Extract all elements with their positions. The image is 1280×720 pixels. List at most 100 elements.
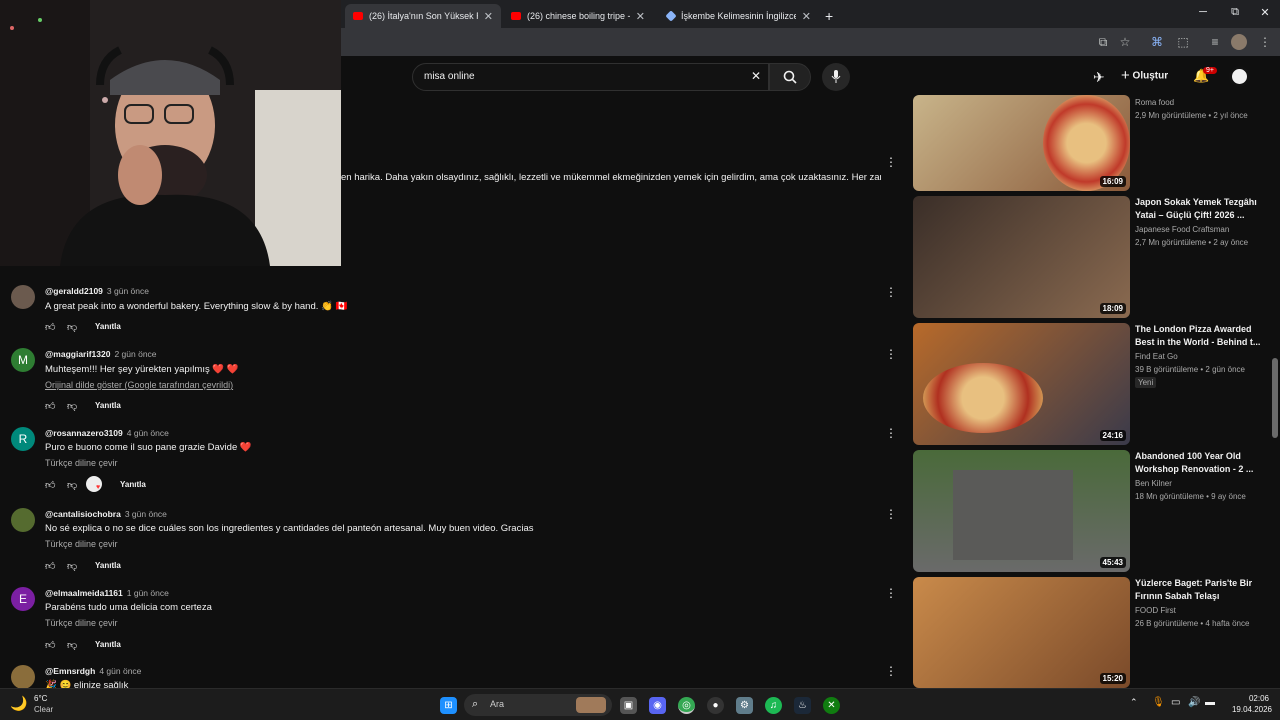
video-thumbnail[interactable]: 16:09 bbox=[913, 95, 1130, 191]
comment-menu-icon[interactable]: ⋮ bbox=[885, 586, 897, 600]
bookmark-star-icon[interactable]: ☆ bbox=[1117, 34, 1133, 50]
dislike-icon[interactable]: 👎︎ bbox=[67, 400, 77, 412]
comment-menu-icon[interactable]: ⋮ bbox=[885, 347, 897, 361]
author-name[interactable]: @maggiarif1320 bbox=[45, 349, 110, 359]
author-name[interactable]: @elmaalmeida1161 bbox=[45, 588, 123, 598]
show-original-link[interactable]: Orijinal dilde göster (Google tarafından… bbox=[45, 380, 233, 390]
comment-time[interactable]: 3 gün önce bbox=[107, 286, 149, 296]
reply-button[interactable]: Yanıtla bbox=[95, 401, 121, 410]
channel-name[interactable]: Find Eat Go bbox=[1135, 352, 1178, 361]
search-input[interactable]: misa online bbox=[424, 71, 475, 82]
start-windows-icon[interactable]: ⊞ bbox=[440, 697, 457, 714]
clear-search-icon[interactable]: ✕ bbox=[751, 69, 761, 83]
clock-date[interactable]: 19.04.2026 bbox=[1222, 705, 1272, 714]
like-icon[interactable]: 👍︎ bbox=[45, 400, 55, 412]
reply-button[interactable]: Yanıtla bbox=[95, 322, 121, 331]
video-title[interactable]: Abandoned 100 Year Old Workshop Renovati… bbox=[1135, 450, 1265, 476]
taskbar-search[interactable]: ⌕ Ara bbox=[464, 694, 612, 716]
settings-gear-icon[interactable]: ⚙ bbox=[736, 697, 753, 714]
avatar[interactable] bbox=[11, 508, 35, 532]
clock-time[interactable]: 02:06 bbox=[1225, 694, 1269, 703]
browser-tab[interactable]: (26) İtalya'nın Son Yüksek R ✕ bbox=[345, 4, 501, 28]
translate-icon[interactable]: ⌘ bbox=[1149, 34, 1165, 50]
recommended-video[interactable]: 15:20 Yüzlerce Baget: Paris'te Bir Fırın… bbox=[913, 577, 1273, 688]
close-tab-icon[interactable]: ✕ bbox=[484, 10, 493, 23]
voice-search-button[interactable] bbox=[822, 63, 850, 91]
weather-desc[interactable]: Clear bbox=[34, 705, 53, 714]
comment-author[interactable]: @geraldd2109 3 gün önce bbox=[45, 286, 149, 296]
channel-name[interactable]: Roma food bbox=[1135, 98, 1174, 107]
browser-tab[interactable]: (26) chinese boiling tripe - YouT ✕ bbox=[503, 4, 653, 28]
like-icon[interactable]: 👍︎ bbox=[45, 560, 55, 572]
video-title[interactable]: The London Pizza Awarded Best in the Wor… bbox=[1135, 323, 1265, 349]
scrollbar[interactable] bbox=[1272, 58, 1278, 688]
comment-author[interactable]: @rosannazero3109 4 gün önce bbox=[45, 428, 169, 438]
menu-kebab-icon[interactable]: ⋮ bbox=[1257, 34, 1273, 50]
avatar[interactable]: M bbox=[11, 348, 35, 372]
avatar[interactable] bbox=[11, 285, 35, 309]
comment-author[interactable]: @elmaalmeida1161 1 gün önce bbox=[45, 588, 169, 598]
comment-author[interactable]: @maggiarif1320 2 gün önce bbox=[45, 349, 157, 359]
xbox-icon[interactable]: ✕ bbox=[823, 697, 840, 714]
recommended-video[interactable]: 18:09 Japon Sokak Yemek Tezgâhı Yatai – … bbox=[913, 196, 1273, 318]
taskbar-search-input[interactable]: Ara bbox=[490, 699, 504, 709]
comment-menu-icon[interactable]: ⋮ bbox=[885, 285, 897, 299]
translate-link[interactable]: Türkçe diline çevir bbox=[45, 618, 118, 628]
author-name[interactable]: @geraldd2109 bbox=[45, 286, 103, 296]
microphone-icon[interactable]: 🎙 bbox=[1152, 697, 1165, 708]
weather-temp[interactable]: 6°C bbox=[34, 694, 47, 703]
avatar[interactable]: E bbox=[11, 587, 35, 611]
task-view-icon[interactable]: ▣ bbox=[620, 697, 637, 714]
channel-name[interactable]: Ben Kilner bbox=[1135, 479, 1172, 488]
video-title[interactable]: Japon Sokak Yemek Tezgâhı Yatai – Güçlü … bbox=[1135, 196, 1265, 222]
recommended-video[interactable]: 24:16 The London Pizza Awarded Best in t… bbox=[913, 323, 1273, 445]
comment-menu-icon[interactable]: ⋮ bbox=[885, 426, 897, 440]
video-title[interactable]: Yüzlerce Baget: Paris'te Bir Fırının Sab… bbox=[1135, 577, 1265, 603]
comment-author[interactable]: @Emnsrdgh 4 gün önce bbox=[45, 666, 141, 676]
profile-avatar[interactable] bbox=[1231, 34, 1247, 50]
volume-icon[interactable]: 🔊 bbox=[1188, 697, 1200, 708]
author-name[interactable]: @Emnsrdgh bbox=[45, 666, 95, 676]
comment-menu-icon[interactable]: ⋮ bbox=[885, 507, 897, 521]
discord-icon[interactable]: ◉ bbox=[649, 697, 666, 714]
comment-menu-icon[interactable]: ⋮ bbox=[885, 155, 897, 169]
recommended-video[interactable]: 45:43 Abandoned 100 Year Old Workshop Re… bbox=[913, 450, 1273, 572]
dislike-icon[interactable]: 👎︎ bbox=[67, 560, 77, 572]
close-tab-icon[interactable]: ✕ bbox=[802, 10, 811, 23]
browser-tab[interactable]: İşkembe Kelimesinin İngilizce K ✕ bbox=[659, 4, 819, 28]
search-button[interactable] bbox=[769, 63, 811, 91]
search-box[interactable]: misa online ✕ bbox=[412, 63, 769, 91]
comment-time[interactable]: 2 gün önce bbox=[114, 349, 156, 359]
chrome-icon[interactable]: ◎ bbox=[678, 697, 695, 714]
like-icon[interactable]: 👍︎ bbox=[45, 479, 55, 491]
network-icon[interactable]: ▭ bbox=[1171, 697, 1180, 708]
video-thumbnail[interactable]: 24:16 bbox=[913, 323, 1130, 445]
extensions-icon[interactable]: ⬚ bbox=[1175, 34, 1191, 50]
dislike-icon[interactable]: 👎︎ bbox=[67, 479, 77, 491]
translate-link[interactable]: Türkçe diline çevir bbox=[45, 539, 118, 549]
tab-search-icon[interactable]: ≡ bbox=[1207, 34, 1223, 50]
close-tab-icon[interactable]: ✕ bbox=[636, 10, 645, 23]
close-window-button[interactable]: ✕ bbox=[1255, 6, 1275, 22]
avatar[interactable] bbox=[11, 665, 35, 689]
reply-button[interactable]: Yanıtla bbox=[95, 640, 121, 649]
reply-button[interactable]: Yanıtla bbox=[95, 561, 121, 570]
weather-moon-icon[interactable]: 🌙 bbox=[10, 695, 27, 712]
battery-icon[interactable]: ▬ bbox=[1205, 697, 1215, 708]
steam-icon[interactable]: ♨ bbox=[794, 697, 811, 714]
scrollbar-thumb[interactable] bbox=[1272, 358, 1278, 438]
comment-time[interactable]: 3 gün önce bbox=[125, 509, 167, 519]
like-icon[interactable]: 👍︎ bbox=[45, 321, 55, 333]
video-thumbnail[interactable]: 18:09 bbox=[913, 196, 1130, 318]
obs-icon[interactable]: ● bbox=[707, 697, 724, 714]
restore-button[interactable]: ⧉ bbox=[1225, 6, 1245, 22]
like-icon[interactable]: 👍︎ bbox=[45, 639, 55, 651]
translate-link[interactable]: Türkçe diline çevir bbox=[45, 458, 118, 468]
reply-button[interactable]: Yanıtla bbox=[120, 480, 146, 489]
dislike-icon[interactable]: 👎︎ bbox=[67, 321, 77, 333]
author-name[interactable]: @cantalisiochobra bbox=[45, 509, 121, 519]
comment-time[interactable]: 4 gün önce bbox=[127, 428, 169, 438]
channel-name[interactable]: FOOD First bbox=[1135, 606, 1176, 615]
channel-name[interactable]: Japanese Food Craftsman bbox=[1135, 225, 1229, 234]
author-name[interactable]: @rosannazero3109 bbox=[45, 428, 123, 438]
